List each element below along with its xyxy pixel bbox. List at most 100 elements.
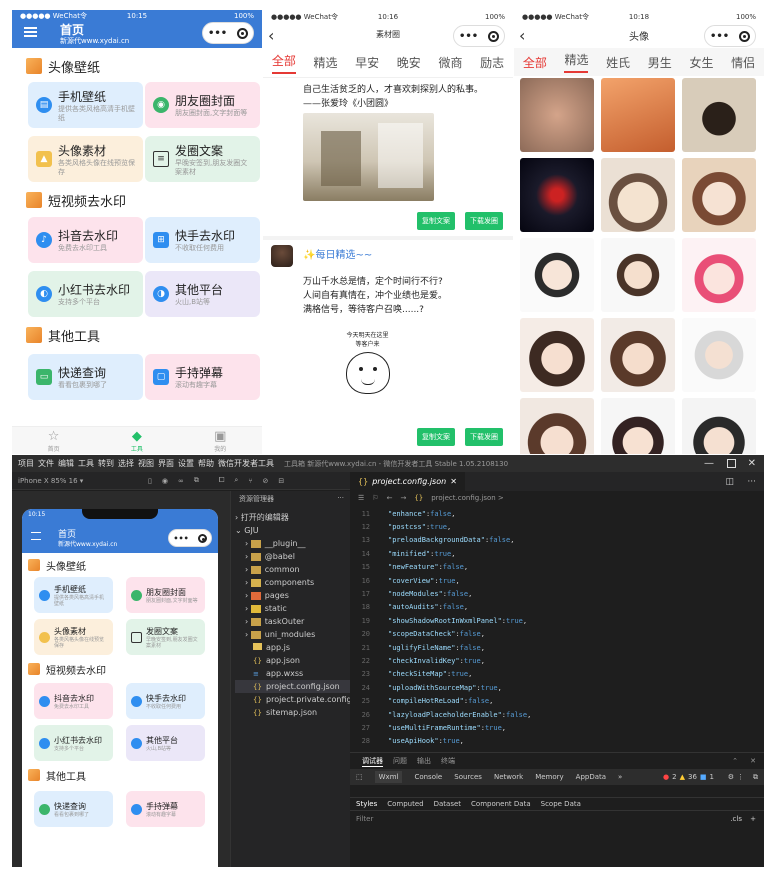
avatar-tile[interactable] bbox=[520, 78, 594, 152]
tree-file[interactable]: app.js bbox=[235, 641, 350, 654]
list-icon[interactable]: ☰ bbox=[358, 494, 364, 502]
nav-tools[interactable]: ◆ 工具 bbox=[131, 429, 143, 453]
project-root[interactable]: ⌄ GJU bbox=[235, 524, 350, 537]
tree-folder[interactable]: › __plugin__ bbox=[235, 537, 350, 550]
tab-evening[interactable]: 晚安 bbox=[397, 54, 421, 71]
card-xiaohongshu[interactable]: ◐ 小红书去水印 支持多个平台 bbox=[28, 271, 143, 317]
card-moments-cover[interactable]: ◉ 朋友圈封面 朋友圈封面,文字封面等 bbox=[145, 82, 260, 128]
code-line[interactable]: 25 "compileHotReLoad": false, bbox=[350, 694, 764, 707]
capsule-menu[interactable]: ••• bbox=[453, 25, 505, 47]
subtab-dataset[interactable]: Dataset bbox=[434, 800, 461, 808]
card-avatar-material[interactable]: ▲ 头像素材 各类风格头像在线预览保存 bbox=[28, 136, 143, 182]
more-tabs[interactable]: » bbox=[618, 773, 622, 781]
branch-icon[interactable]: ⑂ bbox=[248, 477, 252, 485]
files-icon[interactable]: ⧠ bbox=[219, 476, 225, 485]
subtab-styles[interactable]: Styles bbox=[356, 800, 377, 808]
subtab-computed[interactable]: Computed bbox=[387, 800, 423, 808]
code-line[interactable]: 26 "lazyloadPlaceholderEnable": false, bbox=[350, 708, 764, 721]
device-select[interactable]: iPhone X 85% 16 ▾ bbox=[18, 477, 138, 485]
card-douyin[interactable]: 抖音去水印 免费去水印工具 bbox=[34, 683, 113, 719]
tree-folder[interactable]: › static bbox=[235, 602, 350, 615]
avatar-tile[interactable] bbox=[682, 158, 756, 232]
code-line[interactable]: 20 "scopeDataCheck": false, bbox=[350, 628, 764, 641]
debug-icon[interactable]: ⊘ bbox=[263, 477, 269, 485]
close-button[interactable]: ✕ bbox=[748, 458, 756, 469]
open-editors-section[interactable]: › 打开的编辑器 bbox=[235, 511, 350, 524]
editor-tab[interactable]: {} project.config.json ✕ bbox=[350, 472, 465, 491]
tab-terminal[interactable]: 终端 bbox=[441, 756, 455, 766]
more-icon[interactable]: ••• bbox=[710, 31, 729, 42]
card-xiaohongshu[interactable]: 小红书去水印 支持多个平台 bbox=[34, 725, 113, 761]
download-post-button[interactable]: 下载发圈 bbox=[465, 212, 503, 230]
tree-folder[interactable]: › uni_modules bbox=[235, 628, 350, 641]
card-phone-wallpaper[interactable]: ▤ 手机壁纸 提供各类风格高清手机壁纸 bbox=[28, 82, 143, 128]
menu-icon[interactable] bbox=[24, 27, 37, 37]
maximize-button[interactable] bbox=[727, 459, 736, 468]
code-line[interactable]: 15 "newFeature": false, bbox=[350, 561, 764, 574]
devtab-console[interactable]: Console bbox=[414, 773, 442, 781]
code-line[interactable]: 19 "showShadowRootInWxmlPanel": true, bbox=[350, 614, 764, 627]
search-icon[interactable]: ⌕ bbox=[234, 476, 238, 485]
post-image[interactable] bbox=[303, 113, 434, 201]
tree-folder[interactable]: › pages bbox=[235, 589, 350, 602]
bookmark-icon[interactable]: ⚐ bbox=[372, 494, 378, 502]
record-icon[interactable]: ◉ bbox=[162, 477, 168, 485]
card-avatar-material[interactable]: 头像素材 各类风格头像在线预览保存 bbox=[34, 619, 113, 655]
code-line[interactable]: 16 "coverView": true, bbox=[350, 574, 764, 587]
tree-file[interactable]: {} project.private.config.js... bbox=[235, 693, 368, 706]
nav-mine[interactable]: ▣ 我的 bbox=[214, 429, 226, 453]
avatar-tile[interactable] bbox=[682, 238, 756, 312]
code-line[interactable]: 24 "uploadWithSourceMap": true, bbox=[350, 681, 764, 694]
tree-file-selected[interactable]: {} project.config.json bbox=[235, 680, 350, 693]
tab-problems[interactable]: 问题 bbox=[393, 756, 407, 766]
tab-inspire[interactable]: 励志 bbox=[480, 54, 504, 71]
nav-home[interactable]: ☆ 首页 bbox=[48, 429, 60, 453]
code-line[interactable]: 14 "minified": true, bbox=[350, 547, 764, 560]
more-icon[interactable]: ••• bbox=[173, 534, 188, 543]
tab-featured[interactable]: 精选 bbox=[313, 54, 337, 71]
close-miniprogram-icon[interactable] bbox=[488, 30, 500, 42]
card-express[interactable]: 快递查询 看看包裹到哪了 bbox=[34, 791, 113, 827]
card-kuaishou[interactable]: 快手去水印 不收取任何费用 bbox=[126, 683, 205, 719]
tree-file[interactable]: ≡ app.wxss bbox=[235, 667, 350, 680]
card-post-copy[interactable]: 发圈文案 早晚安签到,朋友发圈文案素材 bbox=[126, 619, 205, 655]
copy-text-button[interactable]: 复制文案 bbox=[417, 428, 455, 446]
menu-item-help[interactable]: 帮助 bbox=[198, 458, 214, 469]
card-barrage[interactable]: 手持弹幕 滚动有趣字幕 bbox=[126, 791, 205, 827]
avatar-tile[interactable] bbox=[601, 158, 675, 232]
close-miniprogram-icon[interactable] bbox=[237, 27, 249, 39]
menu-item-ui[interactable]: 界面 bbox=[158, 458, 174, 469]
card-phone-wallpaper[interactable]: 手机壁纸 提供各类风格高清手机壁纸 bbox=[34, 577, 113, 613]
code-line[interactable]: 28 "useApiHook": true, bbox=[350, 735, 764, 748]
avatar-tile[interactable] bbox=[520, 238, 594, 312]
menu-item-devtools[interactable]: 微信开发者工具 bbox=[218, 458, 274, 469]
tab-female[interactable]: 女生 bbox=[689, 54, 713, 71]
card-post-copy[interactable]: ≡ 发圈文案 早晚安签到,朋友发圈文案素材 bbox=[145, 136, 260, 182]
sticker-image[interactable]: 今天明天在这里 等客户来 bbox=[325, 330, 410, 410]
code-line[interactable]: 12 "postcss": true, bbox=[350, 520, 764, 533]
tree-folder[interactable]: › common bbox=[235, 563, 350, 576]
more-icon[interactable]: ••• bbox=[459, 31, 478, 42]
code-line[interactable]: 23 "checkSiteMap": true, bbox=[350, 668, 764, 681]
tree-folder[interactable]: › @babel bbox=[235, 550, 350, 563]
devtab-network[interactable]: Network bbox=[494, 773, 523, 781]
extensions-icon[interactable]: ⊟ bbox=[278, 477, 284, 485]
tab-output[interactable]: 输出 bbox=[417, 756, 431, 766]
code-line[interactable]: 13 "preloadBackgroundData": false, bbox=[350, 534, 764, 547]
copy-text-button[interactable]: 复制文案 bbox=[417, 212, 455, 230]
capsule-menu[interactable]: ••• bbox=[202, 22, 254, 44]
code-line[interactable]: 18 "autoAudits": false, bbox=[350, 601, 764, 614]
devtab-wxml[interactable]: Wxml bbox=[374, 771, 403, 783]
avatar-tile[interactable] bbox=[682, 398, 756, 454]
add-rule-button[interactable]: + bbox=[750, 815, 756, 823]
forward-arrow-icon[interactable]: → bbox=[400, 494, 406, 502]
avatar-tile[interactable] bbox=[520, 318, 594, 392]
subtab-scope-data[interactable]: Scope Data bbox=[541, 800, 581, 808]
more-icon[interactable]: ⋮ bbox=[737, 773, 744, 781]
tree-folder[interactable]: › taskOuter bbox=[235, 615, 350, 628]
code-line[interactable]: 27 "useMultiFrameRuntime": true, bbox=[350, 721, 764, 734]
inspect-icon[interactable]: ⬚ bbox=[356, 773, 363, 781]
tab-debugger[interactable]: 调试器 bbox=[362, 756, 383, 767]
code-area[interactable]: 11 "enhance": false, 12 "postcss": true, 13 "… bbox=[350, 505, 764, 748]
capsule-menu[interactable]: ••• bbox=[168, 529, 212, 547]
